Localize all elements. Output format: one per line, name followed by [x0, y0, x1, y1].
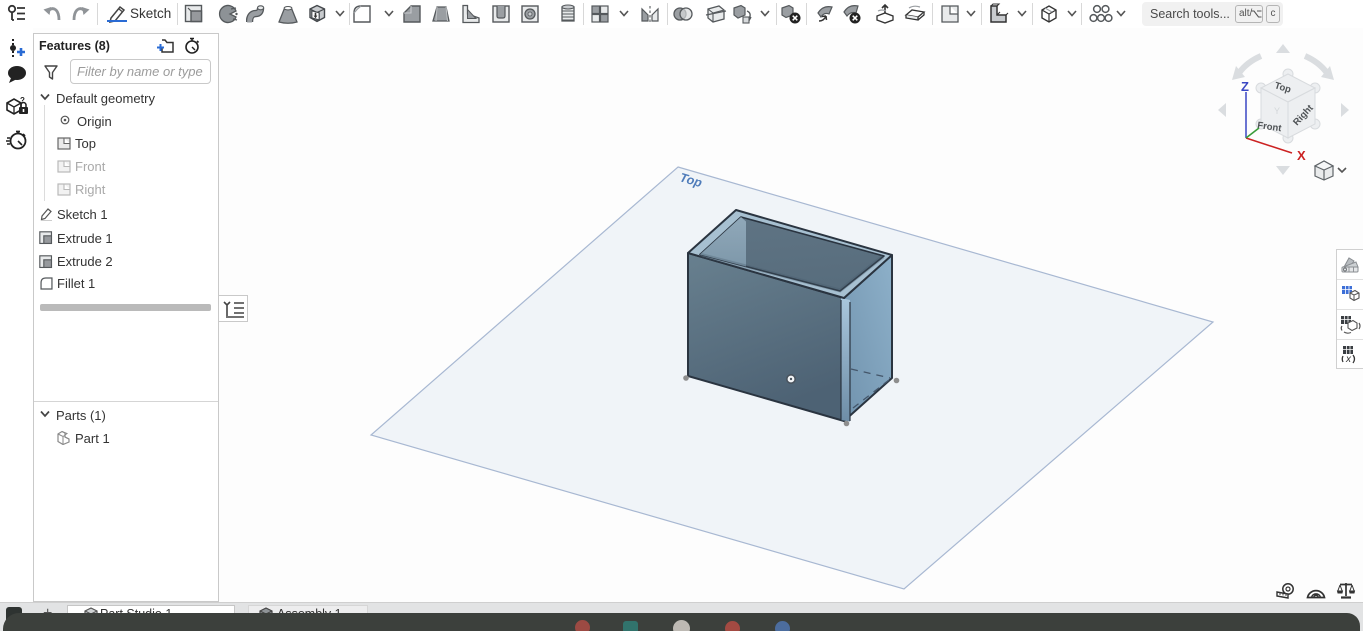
svg-text:Z: Z — [1241, 79, 1249, 94]
svg-text:x: x — [1345, 354, 1352, 364]
svg-text:Y: Y — [1274, 106, 1280, 116]
svg-text:X: X — [1297, 148, 1306, 163]
svg-text:Front: Front — [1257, 120, 1283, 134]
